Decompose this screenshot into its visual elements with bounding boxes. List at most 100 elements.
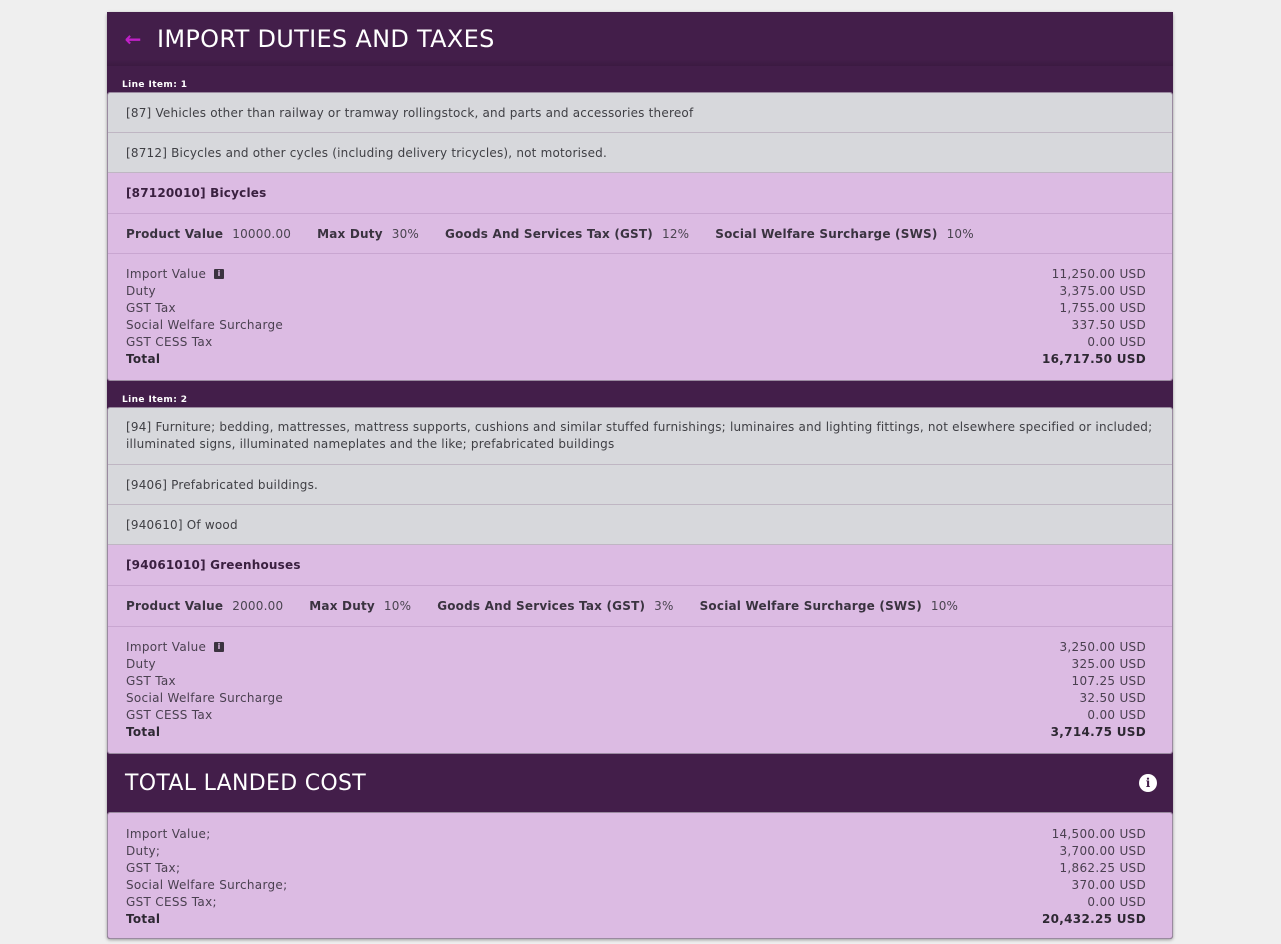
param-label: Max Duty xyxy=(317,226,383,241)
summary-row-sws: Social Welfare Surcharge 32.50 USD xyxy=(126,689,1146,706)
summary-value: 0.00 USD xyxy=(1087,894,1146,909)
summary-label: Total xyxy=(126,724,161,739)
info-icon[interactable]: i xyxy=(214,269,225,279)
param-max-duty: Max Duty 30% xyxy=(317,227,419,241)
summary-label: GST Tax xyxy=(126,673,176,688)
summary-label: Duty; xyxy=(126,843,161,858)
category-row: [87] Vehicles other than railway or tram… xyxy=(108,93,1172,133)
landed-row-cess: GST CESS Tax; 0.00 USD xyxy=(126,893,1146,910)
category-text: [87] Vehicles other than railway or tram… xyxy=(126,105,694,120)
param-value: 10% xyxy=(946,226,974,241)
category-text: [94] Furniture; bedding, mattresses, mat… xyxy=(126,420,1153,451)
param-value: 2000.00 xyxy=(232,599,284,613)
summary-row-duty: Duty 325.00 USD xyxy=(126,655,1146,672)
hs-code-title: [94061010] Greenhouses xyxy=(126,558,301,572)
param-value: 3% xyxy=(654,599,674,613)
summary-row-duty: Duty 3,375.00 USD xyxy=(126,282,1146,299)
hs-code-row: [94061010] Greenhouses xyxy=(108,545,1172,586)
param-label: Max Duty xyxy=(309,599,375,613)
param-label: Social Welfare Surcharge (SWS) xyxy=(699,599,922,613)
summary-label: Import Value; xyxy=(126,826,211,841)
summary-row-cess: GST CESS Tax 0.00 USD xyxy=(126,706,1146,723)
param-sws: Social Welfare Surcharge (SWS) 10% xyxy=(700,599,959,613)
summary-label: Import Value xyxy=(126,639,207,654)
summary-label: Total xyxy=(126,911,161,926)
landed-cost-title: TOTAL LANDED COST xyxy=(125,770,367,796)
back-button[interactable]: ← xyxy=(123,27,143,51)
landed-row-gst: GST Tax; 1,862.25 USD xyxy=(126,859,1146,876)
param-value: 12% xyxy=(661,226,690,241)
summary-value: 1,755.00 USD xyxy=(1059,300,1146,315)
summary-row-total: Total 3,714.75 USD xyxy=(126,723,1146,740)
summary-value: 11,250.00 USD xyxy=(1051,266,1146,281)
category-row: [940610] Of wood xyxy=(108,505,1172,545)
hs-code-title: [87120010] Bicycles xyxy=(126,186,267,200)
param-label: Goods And Services Tax (GST) xyxy=(445,226,653,241)
summary-value: 370.00 USD xyxy=(1071,877,1146,892)
info-icon[interactable]: i xyxy=(214,642,225,652)
info-circle-icon[interactable]: i xyxy=(1139,774,1157,792)
param-value: 30% xyxy=(391,226,420,241)
params-row: Product Value 2000.00 Max Duty 10% Goods… xyxy=(108,586,1172,627)
summary-value: 16,717.50 USD xyxy=(1042,351,1146,366)
landed-cost-summary: Import Value; 14,500.00 USD Duty; 3,700.… xyxy=(108,813,1172,938)
summary-row-total: Total 16,717.50 USD xyxy=(126,350,1146,367)
summary-label: Duty xyxy=(126,283,156,298)
param-value: 10% xyxy=(930,599,959,613)
category-text: [8712] Bicycles and other cycles (includ… xyxy=(126,145,607,160)
param-label: Social Welfare Surcharge (SWS) xyxy=(715,226,938,241)
line-item-summary: Import Value i 3,250.00 USD Duty 325.00 U… xyxy=(108,627,1172,753)
param-gst: Goods And Services Tax (GST) 3% xyxy=(437,599,673,613)
summary-value: 3,700.00 USD xyxy=(1059,843,1146,858)
category-row: [8712] Bicycles and other cycles (includ… xyxy=(108,133,1172,173)
summary-label: Social Welfare Surcharge; xyxy=(126,877,288,892)
summary-row-gst: GST Tax 107.25 USD xyxy=(126,672,1146,689)
line-item-card: [94] Furniture; bedding, mattresses, mat… xyxy=(107,407,1173,754)
summary-row-cess: GST CESS Tax 0.00 USD xyxy=(126,333,1146,350)
hs-code-row: [87120010] Bicycles xyxy=(108,173,1172,214)
summary-label: Total xyxy=(126,351,161,366)
param-value: 10% xyxy=(383,599,412,613)
line-item-card: [87] Vehicles other than railway or tram… xyxy=(107,92,1173,381)
param-max-duty: Max Duty 10% xyxy=(309,599,411,613)
param-label: Product Value xyxy=(126,226,224,241)
landed-cost-header: TOTAL LANDED COST i xyxy=(107,754,1173,812)
summary-label: Duty xyxy=(126,656,156,671)
summary-label: GST CESS Tax; xyxy=(126,894,217,909)
summary-value: 14,500.00 USD xyxy=(1051,826,1146,841)
line-item-label: Line Item: 2 xyxy=(122,395,188,405)
summary-label: GST CESS Tax xyxy=(126,707,213,722)
param-product-value: Product Value 10000.00 xyxy=(126,227,291,241)
category-text: [940610] Of wood xyxy=(126,517,238,532)
line-item-label: Line Item: 1 xyxy=(122,80,188,90)
param-value: 10000.00 xyxy=(232,226,292,241)
summary-label: GST CESS Tax xyxy=(126,334,213,349)
summary-value: 107.25 USD xyxy=(1071,673,1146,688)
arrow-left-icon: ← xyxy=(124,27,142,51)
page-header: ← IMPORT DUTIES AND TAXES xyxy=(107,12,1173,66)
summary-row-import-value: Import Value i 3,250.00 USD xyxy=(126,638,1146,655)
param-label: Goods And Services Tax (GST) xyxy=(437,599,646,613)
summary-value: 337.50 USD xyxy=(1071,317,1146,332)
summary-value: 325.00 USD xyxy=(1071,656,1146,671)
landed-cost-card: Import Value; 14,500.00 USD Duty; 3,700.… xyxy=(107,812,1173,939)
summary-value: 32.50 USD xyxy=(1079,690,1146,705)
summary-value: 3,250.00 USD xyxy=(1059,639,1146,654)
summary-value: 20,432.25 USD xyxy=(1042,911,1146,926)
summary-label: GST Tax xyxy=(126,300,176,315)
summary-label: GST Tax; xyxy=(126,860,181,875)
summary-value: 3,714.75 USD xyxy=(1050,724,1146,739)
summary-row-import-value: Import Value i 11,250.00 USD xyxy=(126,265,1146,282)
summary-label: Social Welfare Surcharge xyxy=(126,690,284,705)
param-label: Product Value xyxy=(126,599,224,613)
param-product-value: Product Value 2000.00 xyxy=(126,599,283,613)
landed-row-import-value: Import Value; 14,500.00 USD xyxy=(126,825,1146,842)
line-item-summary: Import Value i 11,250.00 USD Duty 3,375.0… xyxy=(108,254,1172,380)
param-sws: Social Welfare Surcharge (SWS) 10% xyxy=(715,227,974,241)
landed-row-total: Total 20,432.25 USD xyxy=(126,910,1146,927)
params-row: Product Value 10000.00 Max Duty 30% Good… xyxy=(108,214,1172,254)
category-row: [94] Furniture; bedding, mattresses, mat… xyxy=(108,408,1172,465)
category-row: [9406] Prefabricated buildings. xyxy=(108,465,1172,505)
category-text: [9406] Prefabricated buildings. xyxy=(126,477,319,492)
summary-label: Import Value xyxy=(126,266,207,281)
